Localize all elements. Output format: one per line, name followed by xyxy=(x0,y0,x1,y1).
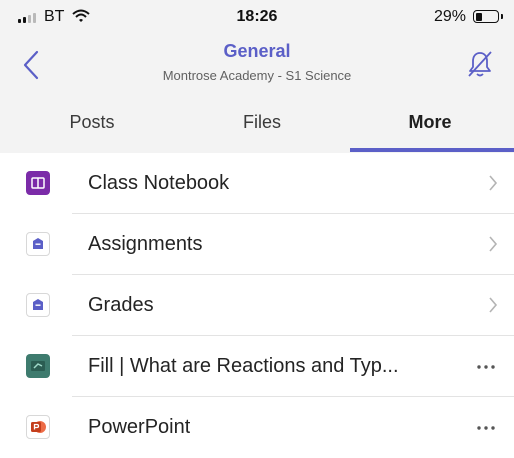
battery-level xyxy=(475,12,482,21)
chevron-right-icon xyxy=(489,175,498,191)
onenote-icon xyxy=(26,171,50,195)
status-bar: BT 18:26 29% xyxy=(0,0,514,34)
tab-posts[interactable]: Posts xyxy=(50,112,134,133)
list-item-label: PowerPoint xyxy=(88,416,191,438)
battery-percent: 29% xyxy=(433,8,466,25)
tab-files[interactable]: Files xyxy=(220,112,304,133)
list-item-powerpoint[interactable]: PowerPoint xyxy=(0,397,514,458)
more-options-icon[interactable] xyxy=(476,364,496,370)
list-item-label: Grades xyxy=(88,294,154,316)
list-item-grades[interactable]: Grades xyxy=(0,275,514,336)
list-item-assignments[interactable]: Assignments xyxy=(0,214,514,275)
list-item-class-notebook[interactable]: Class Notebook xyxy=(0,153,514,214)
assignments-icon xyxy=(26,232,50,256)
page-title: General xyxy=(223,41,291,61)
forms-icon xyxy=(26,354,50,378)
active-tab-indicator xyxy=(350,148,514,152)
more-list: Class Notebook Assignments Grades Fill |… xyxy=(0,153,514,458)
page-subtitle: Montrose Academy - S1 Science xyxy=(162,68,352,83)
list-item-label: Class Notebook xyxy=(88,172,230,194)
grades-icon xyxy=(26,293,50,317)
powerpoint-icon xyxy=(26,415,50,439)
chevron-right-icon xyxy=(489,297,498,313)
list-item-label: Fill | What are Reactions and Typ... xyxy=(88,355,399,377)
battery-tip xyxy=(501,14,503,19)
battery-icon xyxy=(473,10,499,23)
more-options-icon[interactable] xyxy=(476,425,496,431)
notifications-off-bell-icon[interactable] xyxy=(467,50,493,78)
list-item-fill-form[interactable]: Fill | What are Reactions and Typ... xyxy=(0,336,514,397)
chevron-right-icon xyxy=(489,236,498,252)
list-item-label: Assignments xyxy=(88,233,203,255)
tab-more[interactable]: More xyxy=(385,112,475,133)
